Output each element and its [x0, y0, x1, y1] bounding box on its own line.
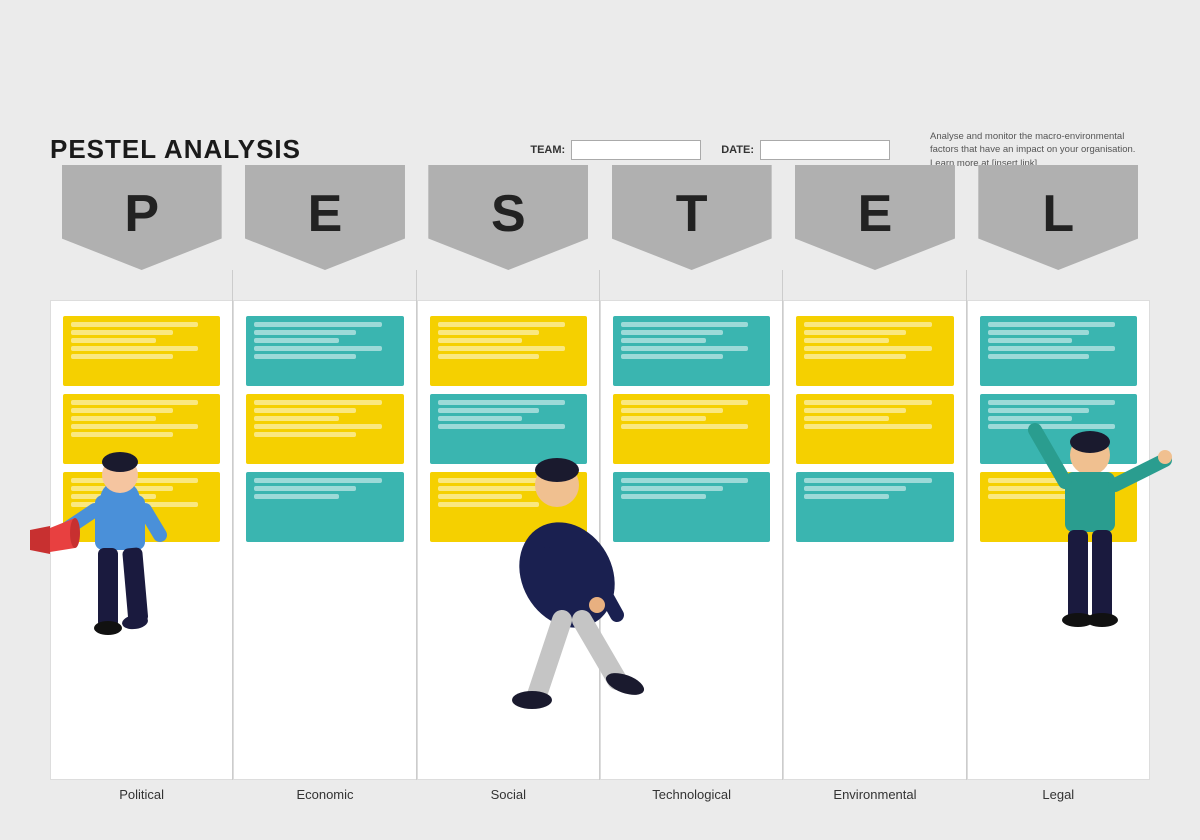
- letter-s: S: [491, 188, 526, 240]
- shield-political: P: [62, 165, 222, 270]
- line: [804, 486, 906, 491]
- line: [71, 338, 156, 343]
- line: [804, 478, 931, 483]
- sticky-s-1[interactable]: [430, 316, 587, 386]
- sticky-env-3[interactable]: [796, 472, 953, 542]
- line: [988, 354, 1090, 359]
- shield-technological: T: [612, 165, 772, 270]
- sticky-p-1[interactable]: [63, 316, 220, 386]
- page-title: PESTEL ANALYSIS: [50, 134, 301, 165]
- line: [438, 330, 540, 335]
- line: [621, 322, 748, 327]
- line: [438, 322, 565, 327]
- sticky-env-2[interactable]: [796, 394, 953, 464]
- letter-t: T: [676, 188, 708, 240]
- line: [804, 354, 906, 359]
- label-economic: Economic: [296, 787, 353, 802]
- person-center-figure: [467, 400, 667, 780]
- label-social: Social: [491, 787, 526, 802]
- line: [71, 330, 173, 335]
- person-center-svg: [467, 400, 667, 780]
- line: [804, 322, 931, 327]
- shield-legal: L: [978, 165, 1138, 270]
- label-political: Political: [119, 787, 164, 802]
- description-text: Analyse and monitor the macro-environmen…: [930, 130, 1150, 170]
- shield-environmental: E: [795, 165, 955, 270]
- line: [804, 424, 931, 429]
- line: [988, 346, 1115, 351]
- sticky-t-1[interactable]: [613, 316, 770, 386]
- line: [804, 494, 889, 499]
- letter-e2: E: [858, 188, 893, 240]
- header: PESTEL ANALYSIS TEAM: DATE: Analyse and …: [50, 130, 1150, 170]
- line: [621, 330, 723, 335]
- sticky-env-1[interactable]: [796, 316, 953, 386]
- line: [988, 338, 1073, 343]
- team-input[interactable]: [571, 140, 701, 160]
- person-left-figure: [30, 400, 210, 780]
- line: [254, 416, 339, 421]
- line: [621, 338, 706, 343]
- shield-social: S: [428, 165, 588, 270]
- line: [804, 330, 906, 335]
- line: [254, 322, 381, 327]
- line: [71, 354, 173, 359]
- line: [621, 346, 748, 351]
- line: [804, 400, 931, 405]
- line: [621, 354, 723, 359]
- sticky-l-1[interactable]: [980, 316, 1137, 386]
- shield-economic: E: [245, 165, 405, 270]
- line: [804, 408, 906, 413]
- date-field-group: DATE:: [721, 140, 890, 160]
- label-technological: Technological: [652, 787, 731, 802]
- panel-economic: [233, 300, 416, 780]
- line: [254, 478, 381, 483]
- team-field-group: TEAM:: [530, 140, 701, 160]
- line: [438, 346, 565, 351]
- person-left-svg: [30, 400, 210, 780]
- line: [254, 400, 381, 405]
- line: [804, 338, 889, 343]
- line: [254, 408, 356, 413]
- person-right-figure: [1020, 400, 1180, 780]
- line: [254, 354, 356, 359]
- line: [254, 432, 356, 437]
- date-label: DATE:: [721, 144, 754, 156]
- line: [254, 424, 381, 429]
- sticky-e-1[interactable]: [246, 316, 403, 386]
- line: [254, 338, 339, 343]
- label-legal: Legal: [1042, 787, 1074, 802]
- label-environmental: Environmental: [833, 787, 916, 802]
- panel-environmental: [783, 300, 966, 780]
- line: [71, 346, 198, 351]
- line: [438, 338, 523, 343]
- line: [254, 486, 356, 491]
- letter-l: L: [1042, 188, 1074, 240]
- line: [804, 346, 931, 351]
- line: [988, 322, 1115, 327]
- column-economic: E Economic: [233, 165, 416, 780]
- person-right-svg: [1020, 400, 1180, 780]
- main-content: P Political: [50, 165, 1150, 780]
- sticky-e-3[interactable]: [246, 472, 403, 542]
- team-label: TEAM:: [530, 144, 565, 156]
- header-fields: TEAM: DATE: Analyse and monitor the macr…: [530, 130, 1150, 170]
- line: [71, 322, 198, 327]
- line: [254, 346, 381, 351]
- line: [254, 330, 356, 335]
- line: [804, 416, 889, 421]
- page: PESTEL ANALYSIS TEAM: DATE: Analyse and …: [0, 0, 1200, 840]
- letter-e1: E: [308, 188, 343, 240]
- line: [254, 494, 339, 499]
- letter-p: P: [124, 188, 159, 240]
- line: [438, 354, 540, 359]
- sticky-e-2[interactable]: [246, 394, 403, 464]
- line: [988, 330, 1090, 335]
- date-input[interactable]: [760, 140, 890, 160]
- column-environmental: E Environmental: [783, 165, 966, 780]
